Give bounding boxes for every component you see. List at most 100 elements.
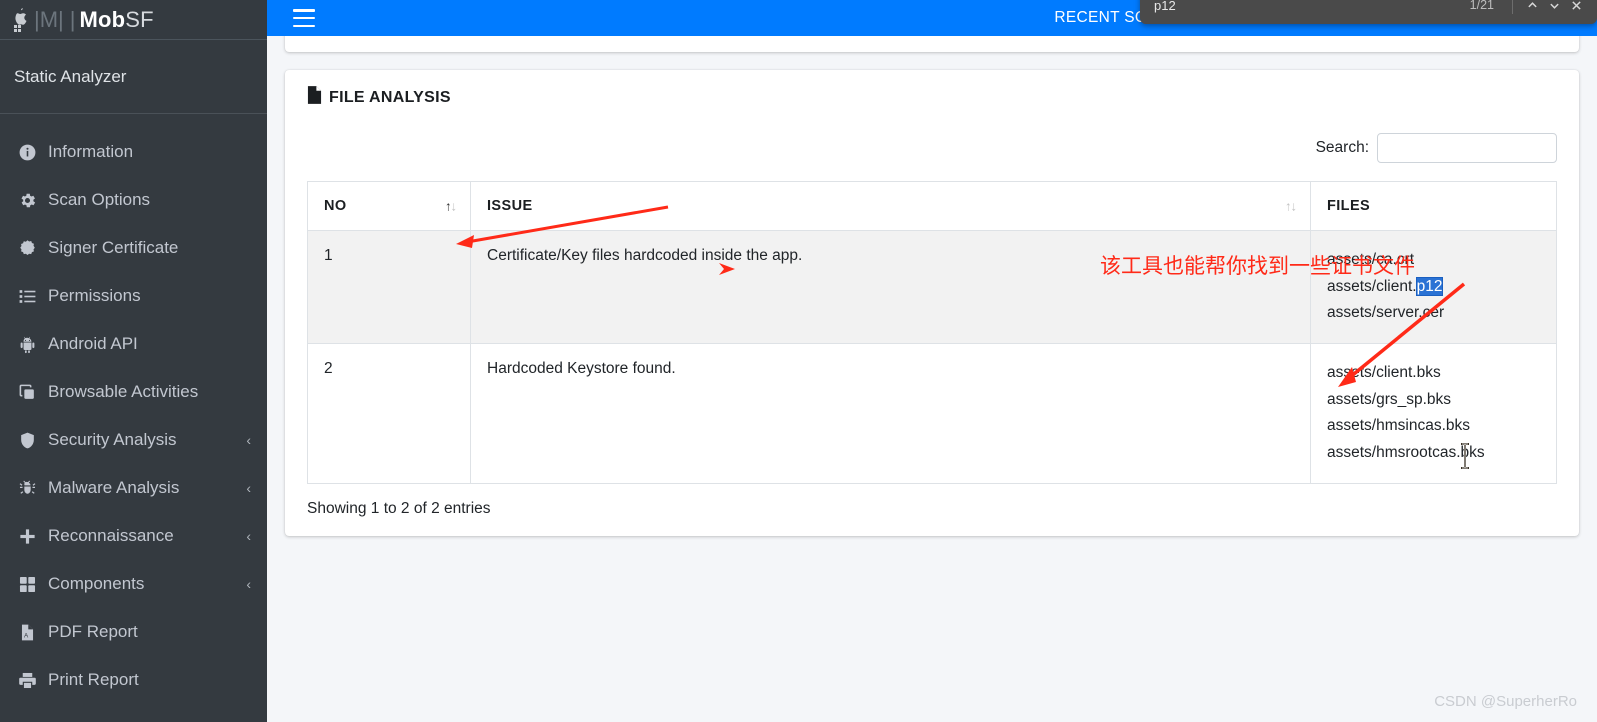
brand-logo-m: |M| [34, 6, 64, 32]
file-analysis-card: FILE ANALYSIS Search: NO ↑↓ ISSUE ↑↓ FIL… [285, 70, 1579, 536]
sidebar-item-label: Reconnaissance [48, 526, 174, 545]
sort-asc-desc-icon: ↑↓ [445, 198, 457, 214]
mobsf-logo-icon [12, 7, 32, 32]
column-label: ISSUE [487, 198, 533, 214]
column-header-issue[interactable]: ISSUE ↑↓ [470, 181, 1311, 231]
table-row[interactable]: 2 Hardcoded Keystore found. assets/clien… [307, 342, 1557, 484]
file-analysis-entries-info: Showing 1 to 2 of 2 entries [307, 499, 491, 517]
sidebar-item-browsable-activities[interactable]: Browsable Activities [0, 368, 267, 416]
sidebar-item-components[interactable]: Components ‹ [0, 560, 267, 608]
column-header-files[interactable]: FILES [1310, 181, 1557, 231]
column-label: NO [324, 198, 347, 214]
sidebar-item-label: Permissions [48, 286, 141, 305]
file-cell-files: assets/client.bks assets/grs_sp.bks asse… [1310, 342, 1557, 484]
file-analysis-title-group: FILE ANALYSIS [307, 86, 451, 109]
brand-name-mob: Mob [79, 6, 126, 32]
android-icon [18, 335, 48, 354]
file-path: assets/ca.crt [1327, 251, 1414, 268]
shield-icon [18, 431, 48, 450]
sidebar-item-information[interactable]: Information [0, 128, 267, 176]
file-path: assets/server.cer [1327, 304, 1445, 322]
gear-icon [18, 191, 48, 210]
column-header-no[interactable]: NO ↑↓ [307, 181, 471, 231]
table-row[interactable]: 1 Certificate/Key files hardcoded inside… [307, 230, 1557, 344]
sidebar-item-pdf-report[interactable]: A PDF Report [0, 608, 267, 656]
file-analysis-tbody: 1 Certificate/Key files hardcoded inside… [307, 230, 1557, 484]
file-path: assets/hmsrootcas.bks [1327, 443, 1485, 461]
chevron-left-icon: ‹ [246, 432, 251, 448]
brand-separator: | [69, 6, 76, 32]
column-label: FILES [1327, 198, 1371, 214]
file-cell-issue: Certificate/Key files hardcoded inside t… [470, 230, 1311, 344]
chevron-left-icon: ‹ [246, 480, 251, 496]
sort-asc-desc-icon: ↑↓ [1285, 198, 1297, 214]
chevron-up-icon[interactable] [1521, 0, 1543, 16]
file-path-highlighted: assets/client.p12 [1327, 277, 1443, 295]
chevron-left-icon: ‹ [246, 528, 251, 544]
standards-entries-info: Showing 1 to 7 of 7 entries [285, 36, 1579, 46]
table-header-row: NO ↑↓ ISSUE ↑↓ FILES [307, 181, 1557, 231]
find-match-count: 1/21 [1469, 0, 1494, 12]
brand-header[interactable]: |M| | MobSF [0, 0, 267, 40]
close-x-icon[interactable] [1565, 0, 1587, 16]
sidebar-item-label: Malware Analysis [48, 478, 180, 497]
standards-card: 1 FCS_STO_EXT.1.1 Security Functional Re… [285, 36, 1579, 52]
sidebar-item-android-api[interactable]: Android API [0, 320, 267, 368]
sidebar-item-permissions[interactable]: Permissions [0, 272, 267, 320]
file-analysis-thead: NO ↑↓ ISSUE ↑↓ FILES [307, 181, 1557, 231]
sidebar-item-label: PDF Report [48, 622, 138, 641]
bug-icon [18, 479, 48, 498]
chevron-left-icon: ‹ [246, 576, 251, 592]
certificate-icon [18, 239, 48, 258]
sidebar: |M| | MobSF Static Analyzer Information … [0, 0, 267, 722]
file-cell-no: 1 [307, 230, 471, 344]
brand-name: MobSF [79, 7, 153, 33]
file-path: assets/grs_sp.bks [1327, 390, 1452, 408]
sidebar-item-scan-options[interactable]: Scan Options [0, 176, 267, 224]
file-document-icon [307, 86, 322, 109]
sidebar-nav: Information Scan Options Signer Certific… [0, 114, 267, 704]
page-title: FILE ANALYSIS [329, 88, 451, 106]
grid-squares-icon [18, 575, 48, 594]
pdf-file-icon: A [18, 623, 48, 642]
sidebar-item-label: Security Analysis [48, 430, 177, 449]
datatable-toolbar: Search: [307, 129, 1557, 181]
sidebar-item-label: Signer Certificate [48, 238, 179, 257]
sidebar-item-print-report[interactable]: Print Report [0, 656, 267, 704]
sidebar-item-label: Information [48, 142, 134, 161]
brand-name-sf: SF [125, 6, 154, 32]
copy-layers-icon [18, 383, 48, 402]
find-input[interactable] [1154, 0, 1470, 13]
app-root: |M| | MobSF Static Analyzer Information … [0, 0, 1597, 722]
file-path: assets/client.bks [1327, 363, 1441, 381]
sidebar-item-malware-analysis[interactable]: Malware Analysis ‹ [0, 464, 267, 512]
sidebar-item-reconnaissance[interactable]: Reconnaissance ‹ [0, 512, 267, 560]
list-icon [18, 287, 48, 306]
sidebar-item-label: Scan Options [48, 190, 151, 209]
file-analysis-table: NO ↑↓ ISSUE ↑↓ FILES 1 Certificate/Key f… [307, 181, 1557, 484]
file-path: assets/hmsincas.bks [1327, 417, 1470, 435]
sidebar-item-security-analysis[interactable]: Security Analysis ‹ [0, 416, 267, 464]
sidebar-item-label: Components [48, 574, 145, 593]
search-match-highlight: p12 [1416, 277, 1443, 295]
info-circle-icon [18, 143, 48, 162]
sidebar-item-label: Print Report [48, 670, 139, 689]
file-cell-no: 2 [307, 342, 471, 484]
search-input[interactable] [1377, 133, 1557, 163]
main-content: 1 FCS_STO_EXT.1.1 Security Functional Re… [267, 36, 1597, 722]
search-label: Search: [1315, 139, 1369, 156]
sidebar-item-label: Android API [48, 334, 138, 353]
sidebar-item-label: Browsable Activities [48, 382, 199, 401]
watermark: CSDN @SuperherRo [1434, 693, 1577, 710]
sidebar-title: Static Analyzer [0, 40, 267, 114]
sidebar-item-signer-certificate[interactable]: Signer Certificate [0, 224, 267, 272]
browser-find-bar[interactable]: 1/21 [1140, 0, 1597, 24]
file-cell-issue: Hardcoded Keystore found. [470, 342, 1311, 484]
file-cell-files: assets/ca.crt assets/client.p12 assets/s… [1310, 230, 1557, 344]
find-separator [1512, 0, 1513, 14]
printer-icon [18, 671, 48, 690]
chevron-down-icon[interactable] [1543, 0, 1565, 16]
hamburger-menu-icon[interactable] [293, 9, 315, 27]
plus-icon [18, 527, 48, 546]
file-analysis-body: Search: NO ↑↓ ISSUE ↑↓ FILES 1 Certifica… [285, 115, 1579, 484]
